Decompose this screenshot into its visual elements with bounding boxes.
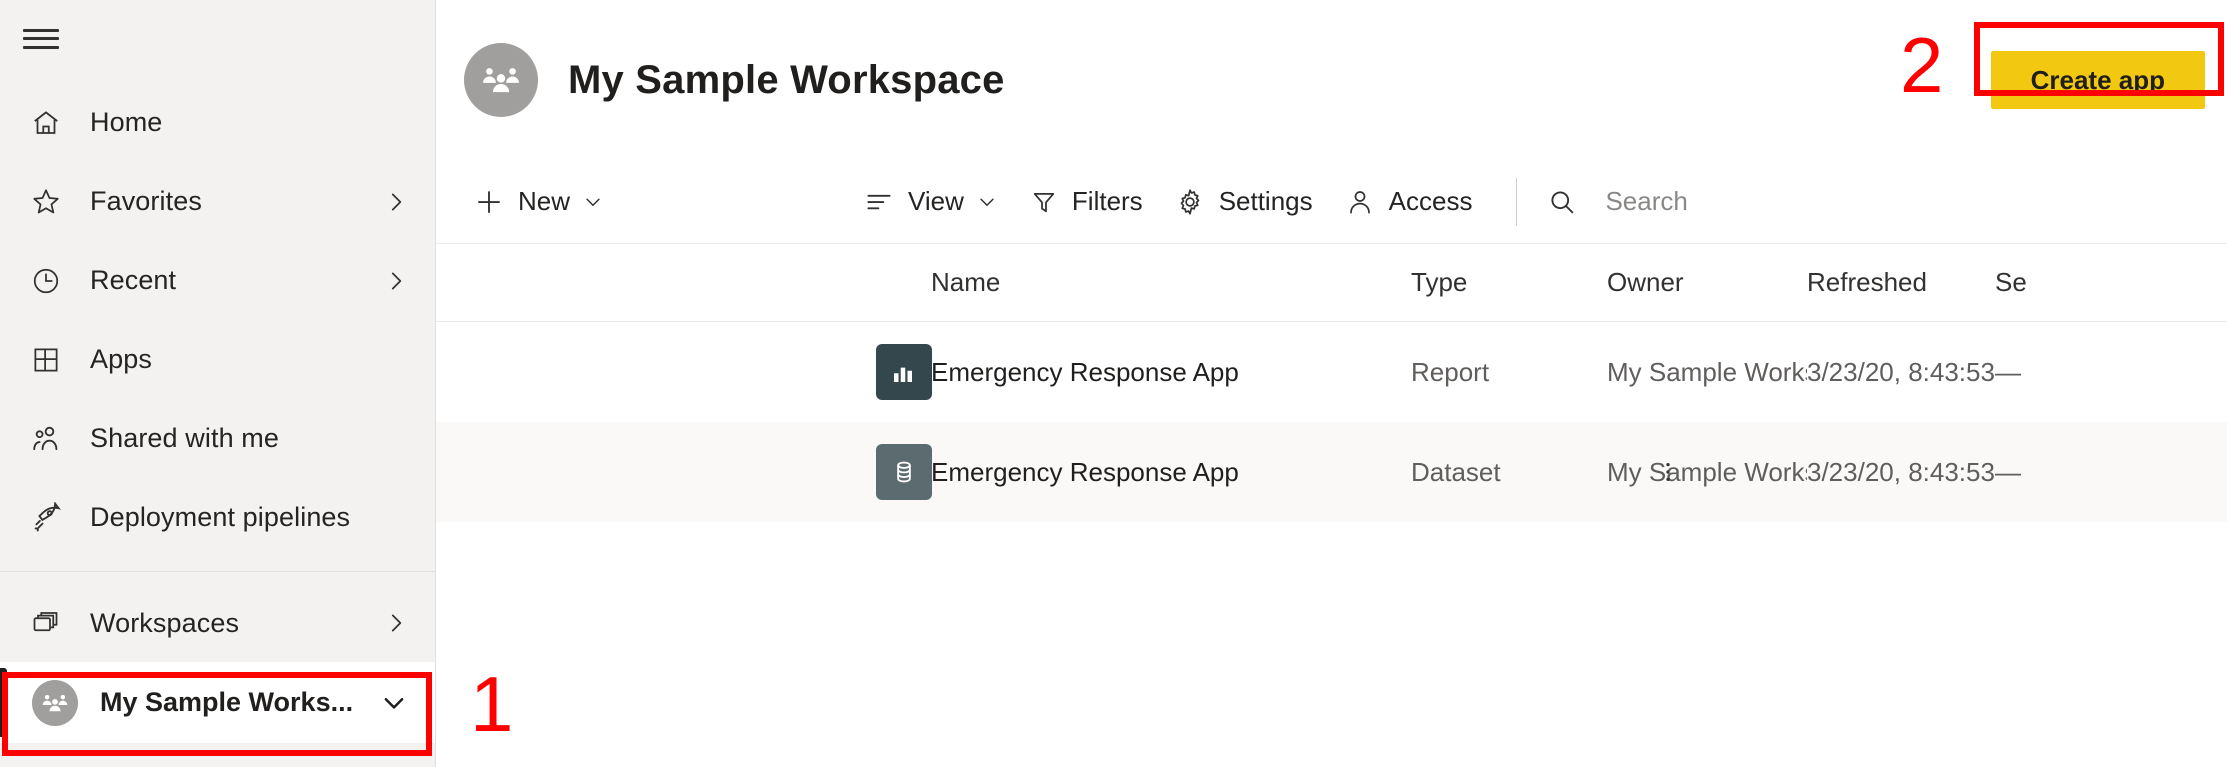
create-app-button[interactable]: Create app bbox=[1990, 51, 2205, 109]
row-sensitivity: — bbox=[1995, 356, 2021, 387]
dataset-database-icon bbox=[876, 444, 932, 500]
access-button[interactable]: Access bbox=[1329, 171, 1489, 233]
sidebar-item-deployment-pipelines[interactable]: Deployment pipelines bbox=[0, 478, 435, 557]
command-bar: New View Filters Settings Access Search bbox=[436, 160, 2227, 244]
workspace-avatar bbox=[464, 43, 538, 117]
sidebar-item-favorites[interactable]: Favorites bbox=[0, 162, 435, 241]
row-type: Report bbox=[1411, 356, 1490, 387]
filters-button-label: Filters bbox=[1071, 186, 1143, 216]
column-header-refreshed[interactable]: Refreshed bbox=[1807, 267, 1995, 298]
chevron-right-icon[interactable] bbox=[383, 268, 409, 294]
power-bi-workspace-page: Home Favorites Recent Apps Shared with m… bbox=[0, 0, 2227, 767]
sidebar-item-label: Recent bbox=[90, 265, 177, 296]
row-owner: My Sample Workspace bbox=[1607, 356, 1807, 387]
row-owner: My Sample Workspace bbox=[1607, 456, 1807, 487]
people-icon bbox=[24, 417, 68, 461]
settings-button[interactable]: Settings bbox=[1159, 171, 1329, 233]
home-icon bbox=[24, 101, 68, 145]
row-refreshed: 3/23/20, 8:43:53 AM bbox=[1807, 356, 1995, 387]
apps-grid-icon bbox=[24, 338, 68, 382]
row-refreshed: 3/23/20, 8:43:53 AM bbox=[1807, 456, 1995, 487]
sidebar-item-label: Shared with me bbox=[90, 423, 279, 454]
header-actions: Create app bbox=[1990, 51, 2205, 109]
page-title: My Sample Workspace bbox=[568, 57, 1005, 102]
sidebar-item-recent[interactable]: Recent bbox=[0, 241, 435, 320]
search-input[interactable] bbox=[1605, 186, 1936, 217]
row-name[interactable]: Emergency Response App bbox=[931, 457, 1411, 488]
content-list-table: Name Type Owner Refreshed Se Emergency R… bbox=[436, 244, 2227, 522]
column-header-type[interactable]: Type bbox=[1411, 267, 1607, 298]
workspace-header: My Sample Workspace Create app bbox=[436, 0, 2227, 160]
sidebar-item-shared-with-me[interactable]: Shared with me bbox=[0, 399, 435, 478]
hamburger-icon[interactable] bbox=[23, 26, 59, 52]
access-button-label: Access bbox=[1388, 186, 1473, 216]
sidebar-divider bbox=[0, 571, 435, 573]
sidebar-item-apps[interactable]: Apps bbox=[0, 320, 435, 399]
rocket-icon bbox=[24, 496, 68, 540]
workspaces-icon bbox=[24, 601, 68, 645]
left-navigation-sidebar: Home Favorites Recent Apps Shared with m… bbox=[0, 0, 436, 767]
sidebar-item-label: Home bbox=[90, 107, 163, 138]
view-list-icon bbox=[864, 187, 894, 217]
view-button[interactable]: View bbox=[848, 171, 1014, 233]
search-icon[interactable] bbox=[1547, 187, 1577, 217]
gear-icon bbox=[1175, 187, 1205, 217]
funnel-icon bbox=[1030, 188, 1058, 216]
person-icon bbox=[1345, 187, 1375, 217]
filters-button[interactable]: Filters bbox=[1014, 171, 1159, 233]
chevron-down-icon[interactable] bbox=[976, 191, 998, 213]
star-icon bbox=[24, 180, 68, 224]
sidebar-item-label: Apps bbox=[90, 344, 152, 375]
plus-icon bbox=[474, 187, 504, 217]
row-type: Dataset bbox=[1411, 456, 1501, 487]
row-name[interactable]: Emergency Response App bbox=[931, 357, 1411, 388]
sidebar-workspace-switcher[interactable]: My Sample Works... bbox=[0, 662, 435, 743]
sidebar-item-workspaces[interactable]: Workspaces bbox=[0, 584, 435, 662]
settings-button-label: Settings bbox=[1218, 186, 1313, 216]
command-bar-divider bbox=[1516, 177, 1518, 226]
more-vertical-icon[interactable] bbox=[1646, 445, 1690, 499]
sidebar-item-home[interactable]: Home bbox=[0, 83, 435, 162]
new-button-label: New bbox=[518, 186, 571, 216]
chevron-down-icon[interactable] bbox=[582, 191, 604, 213]
view-button-label: View bbox=[908, 186, 964, 216]
sidebar-nav-list: Home Favorites Recent Apps Shared with m… bbox=[0, 77, 435, 557]
table-row[interactable]: Emergency Response App Report My Sample … bbox=[436, 322, 2227, 422]
column-header-sensitivity[interactable]: Se bbox=[1995, 267, 2115, 298]
table-header-row: Name Type Owner Refreshed Se bbox=[436, 244, 2227, 322]
hamburger-menu-container bbox=[0, 0, 435, 77]
row-sensitivity: — bbox=[1995, 456, 2021, 487]
new-button[interactable]: New bbox=[458, 171, 620, 233]
table-row[interactable]: Emergency Response App Dataset My Sample… bbox=[436, 422, 2227, 522]
chevron-down-icon[interactable] bbox=[379, 688, 409, 718]
chevron-right-icon[interactable] bbox=[383, 610, 409, 636]
sidebar-item-label: Deployment pipelines bbox=[90, 502, 351, 533]
clock-icon bbox=[24, 259, 68, 303]
column-header-owner[interactable]: Owner bbox=[1607, 267, 1807, 298]
main-content-area: My Sample Workspace Create app New View … bbox=[436, 0, 2227, 767]
group-avatar-icon bbox=[32, 679, 78, 726]
search-container[interactable] bbox=[1535, 171, 1955, 233]
column-header-name[interactable]: Name bbox=[931, 267, 1411, 298]
sidebar-item-label: Workspaces bbox=[90, 607, 240, 638]
workspace-switcher-label: My Sample Works... bbox=[100, 687, 354, 718]
sidebar-item-label: Favorites bbox=[90, 186, 202, 217]
selected-indicator-bar bbox=[0, 668, 7, 737]
report-bar-chart-icon bbox=[876, 344, 932, 400]
chevron-right-icon[interactable] bbox=[383, 189, 409, 215]
